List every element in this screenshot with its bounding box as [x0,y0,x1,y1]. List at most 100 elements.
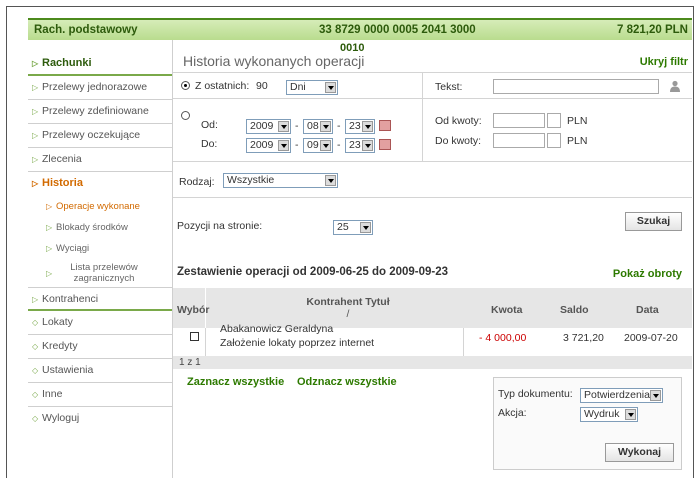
deselect-all-link[interactable]: Odznacz wszystkie [297,376,397,388]
text-label: Tekst: [435,81,463,93]
sidebar-item-label: Kredyty [42,340,78,352]
date-separator: - [295,139,299,151]
from-year-select[interactable]: 2009 [246,119,291,134]
account-balance: 7 821,20 PLN [617,24,688,36]
doc-type-select[interactable]: Potwierdzenia [580,388,663,403]
per-page-label: Pozycji na stronie: [177,220,263,232]
type-value: Wszystkie [227,174,275,186]
row-checkbox[interactable] [190,332,199,341]
text-input[interactable] [493,79,659,94]
sidebar-subitem-lista-przelewow-zagranicznych[interactable]: ▷ Lista przelewów zagranicznych [28,259,172,287]
header-date: Data [636,304,659,316]
divider [205,328,206,356]
calendar-icon[interactable] [379,139,391,150]
pager-text: 1 z 1 [179,357,201,368]
from-day-value: 23 [349,120,361,132]
account-bar: Rach. podstawowy 33 8729 0000 0005 2041 … [28,18,692,40]
to-day-select[interactable]: 23 [345,138,375,153]
sidebar-item-kontrahenci[interactable]: ▷ Kontrahenci [28,287,172,311]
chevron-down-icon [278,121,289,132]
from-month-value: 08 [307,120,319,132]
sidebar-item-label: Przelewy oczekujące [42,129,141,141]
calendar-icon[interactable] [379,120,391,131]
sidebar-item-kredyty[interactable]: ◇ Kredyty [28,335,172,359]
arrow-icon: ◇ [32,390,39,399]
sidebar-item-label: Wyloguj [42,412,80,424]
amount-from-currency: PLN [567,115,588,127]
header-balance: Saldo [560,304,589,316]
from-day-select[interactable]: 23 [345,119,375,134]
search-button[interactable]: Szukaj [625,212,682,231]
from-year-value: 2009 [250,120,274,132]
last-days-input[interactable]: 90 [253,80,281,95]
action-select[interactable]: Wydruk [580,407,638,422]
type-select[interactable]: Wszystkie [223,173,338,188]
sidebar-item-label: Historia [42,177,83,189]
arrow-icon: ◇ [32,342,39,351]
sidebar-item-label: Przelewy zdefiniowane [42,105,149,117]
hide-filter-link[interactable]: Ukryj filtr [640,56,688,68]
date-separator: - [337,139,341,151]
doc-type-label: Typ dokumentu: [498,388,573,400]
sidebar-subitem-label: Blokady środków [56,222,128,233]
from-date-label: Od: [201,119,218,131]
sidebar-item-rachunki[interactable]: ▷ Rachunki [28,52,172,76]
amount-from-label: Od kwoty: [435,115,482,127]
table-header [173,288,692,328]
divider [173,98,692,99]
to-month-select[interactable]: 09 [303,138,333,153]
chevron-down-icon [650,390,661,401]
select-all-link[interactable]: Zaznacz wszystkie [187,376,284,388]
chevron-down-icon [320,121,331,132]
account-number: 33 8729 0000 0005 2041 3000 [319,24,476,36]
arrow-icon: ▷ [46,269,53,278]
amount-to-cents-input[interactable] [547,133,561,148]
action-value: Wydruk [584,408,620,420]
arrow-icon: ▷ [46,244,53,253]
row-amount: - 4 000,00 [479,332,527,344]
sidebar-item-historia[interactable]: ▷ Historia [28,172,172,196]
sidebar-item-ustawienia[interactable]: ◇ Ustawienia [28,359,172,383]
header-party: Kontrahent Tytuł [306,296,390,308]
amount-from-cents-input[interactable] [547,113,561,128]
amount-to-input[interactable] [493,133,545,148]
type-label: Rodzaj: [179,176,215,188]
divider [422,73,423,98]
last-days-radio[interactable] [181,81,190,90]
arrow-icon: ▷ [32,131,39,140]
chevron-down-icon [320,140,331,151]
arrow-icon: ▷ [32,155,39,164]
sidebar-divider [172,40,173,478]
sidebar-item-przelewy-jednorazowe[interactable]: ▷ Przelewy jednorazowe [28,76,172,100]
execute-button[interactable]: Wykonaj [605,443,674,462]
divider [173,72,692,73]
row-date: 2009-07-20 [624,332,678,344]
sidebar-item-lokaty[interactable]: ◇ Lokaty [28,311,172,335]
sidebar-subitem-wyciagi[interactable]: ▷ Wyciągi [28,238,172,259]
pager: 1 z 1 [173,356,692,369]
show-turnover-link[interactable]: Pokaż obroty [613,268,682,280]
action-label: Akcja: [498,407,527,419]
to-year-select[interactable]: 2009 [246,138,291,153]
row-balance: 3 721,20 [563,332,604,344]
per-page-select[interactable]: 25 [333,220,373,235]
sidebar-item-label: Ustawienia [42,364,94,376]
sidebar-item-label: Przelewy jednorazowe [42,81,148,93]
sidebar-item-wyloguj[interactable]: ◇ Wyloguj [28,407,172,431]
sidebar-subitem-operacje-wykonane[interactable]: ▷ Operacje wykonane [28,196,172,217]
header-amount: Kwota [491,304,523,316]
sidebar-item-label: Lokaty [42,316,73,328]
sidebar-item-przelewy-oczekujace[interactable]: ▷ Przelewy oczekujące [28,124,172,148]
last-days-unit-select[interactable]: Dni [286,80,338,95]
sidebar-subitem-blokady-srodkow[interactable]: ▷ Blokady środków [28,217,172,238]
sidebar-item-inne[interactable]: ◇ Inne [28,383,172,407]
arrow-icon: ◇ [32,414,39,423]
date-range-radio[interactable] [181,111,190,120]
chevron-down-icon [625,409,636,420]
person-icon[interactable] [669,80,681,92]
amount-from-input[interactable] [493,113,545,128]
from-month-select[interactable]: 08 [303,119,333,134]
to-day-value: 23 [349,139,361,151]
sidebar-item-przelewy-zdefiniowane[interactable]: ▷ Przelewy zdefiniowane [28,100,172,124]
sidebar-item-zlecenia[interactable]: ▷ Zlecenia [28,148,172,172]
